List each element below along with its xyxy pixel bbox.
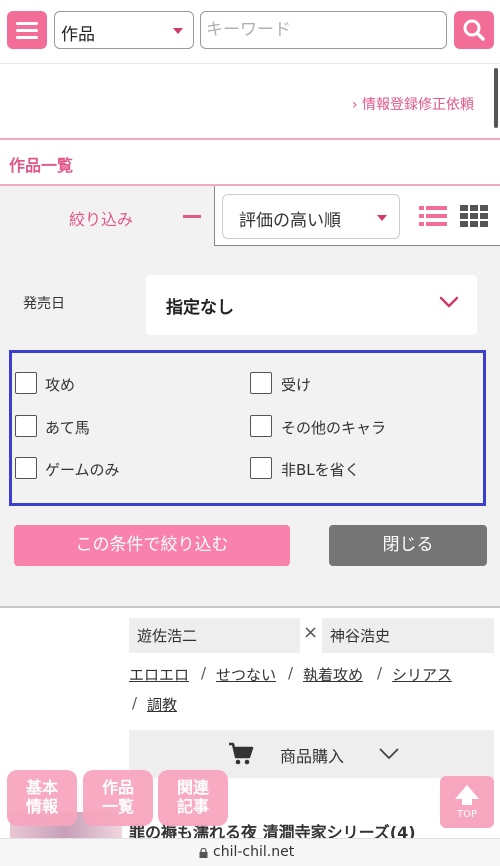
times-icon: × <box>303 622 319 643</box>
checkbox-label: あて馬 <box>45 419 90 437</box>
button-label-line: 作品 <box>101 778 134 797</box>
sort-select-value: 評価の高い順 <box>239 211 341 231</box>
category-select-value: 作品 <box>61 25 95 45</box>
cast-name: 遊佐浩二 <box>137 627 198 645</box>
checkbox-seme[interactable] <box>15 372 37 394</box>
tag-link[interactable]: 執着攻め <box>303 664 363 685</box>
checkbox-label: ゲームのみ <box>45 461 120 479</box>
browser-url-bar[interactable]: chil-chil.net <box>0 838 500 866</box>
back-to-top-button[interactable]: TOP <box>440 776 494 828</box>
tag-link[interactable]: エロエロ <box>129 664 189 685</box>
menu-button[interactable] <box>7 11 47 49</box>
top-header: 作品 <box>0 0 500 64</box>
divider <box>0 138 500 140</box>
page-title: 作品一覧 <box>9 156 74 175</box>
arrow-up-stem <box>462 798 472 805</box>
menu-line <box>16 29 38 32</box>
button-label-line: 記事 <box>176 797 209 816</box>
purchase-label: 商品購入 <box>280 747 345 766</box>
checkbox-label: 非BLを省く <box>281 461 360 479</box>
close-button[interactable]: 閉じる <box>329 525 487 566</box>
checkbox-game-only[interactable] <box>15 457 37 479</box>
keyword-input[interactable] <box>200 11 447 49</box>
checkbox-uke[interactable] <box>250 372 272 394</box>
release-date-label: 発売日 <box>23 296 65 312</box>
cast-name: 神谷浩史 <box>330 627 391 645</box>
basic-info-button[interactable]: 基本 情報 <box>7 770 77 826</box>
info-correction-request-link[interactable]: › 情報登録修正依頼 <box>352 94 474 114</box>
search-icon <box>463 19 485 41</box>
tag-separator: / <box>132 694 138 712</box>
category-select[interactable]: 作品 <box>54 11 194 49</box>
sort-select[interactable]: 評価の高い順 <box>222 194 400 239</box>
search-button[interactable] <box>454 11 494 49</box>
cast-link[interactable]: 遊佐浩二 <box>129 618 300 653</box>
tag-separator: / <box>288 664 294 682</box>
release-date-value: 指定なし <box>166 298 234 318</box>
button-label-line: 基本 <box>25 778 58 797</box>
release-date-select[interactable]: 指定なし <box>146 275 477 335</box>
tag-separator: / <box>377 664 383 682</box>
cast-link[interactable]: 神谷浩史 <box>322 618 494 653</box>
caret-down-icon <box>377 215 387 221</box>
checkbox-other-chara[interactable] <box>250 415 272 437</box>
caret-down-icon <box>173 28 183 34</box>
grid-view-icon[interactable] <box>460 205 488 227</box>
chevron-down-icon <box>439 296 459 308</box>
list-view-icon[interactable] <box>419 205 447 227</box>
url-domain: chil-chil.net <box>213 844 295 860</box>
lock-icon <box>199 848 208 858</box>
tag-link[interactable]: せつない <box>216 664 276 685</box>
back-to-top-label: TOP <box>456 809 477 820</box>
hamburger-menu-icon <box>16 22 38 25</box>
apply-filter-button[interactable]: この条件で絞り込む <box>14 525 290 566</box>
chevron-down-icon <box>379 748 399 759</box>
checkbox-exclude-non-bl[interactable] <box>250 457 272 479</box>
scrollbar-thumb[interactable] <box>494 68 498 128</box>
button-label-line: 関連 <box>176 778 209 797</box>
button-label-line: 情報 <box>25 797 58 816</box>
works-list-button[interactable]: 作品 一覧 <box>83 770 153 826</box>
arrow-up-icon <box>455 785 479 799</box>
tag-link[interactable]: 調教 <box>147 694 177 715</box>
checkbox-label: その他のキャラ <box>281 419 387 437</box>
related-articles-button[interactable]: 関連 記事 <box>158 770 228 826</box>
tag-separator: / <box>201 664 207 682</box>
tab-filter-label[interactable]: 絞り込み <box>69 206 133 230</box>
checkbox-label: 攻め <box>45 376 76 394</box>
menu-line <box>16 36 38 39</box>
cart-icon <box>229 742 254 765</box>
checkbox-ateuma[interactable] <box>15 415 37 437</box>
checkbox-label: 受け <box>281 376 312 394</box>
tag-link[interactable]: シリアス <box>392 664 452 685</box>
button-label-line: 一覧 <box>101 797 134 816</box>
collapse-minus-icon[interactable] <box>183 215 201 218</box>
divider <box>0 606 500 608</box>
